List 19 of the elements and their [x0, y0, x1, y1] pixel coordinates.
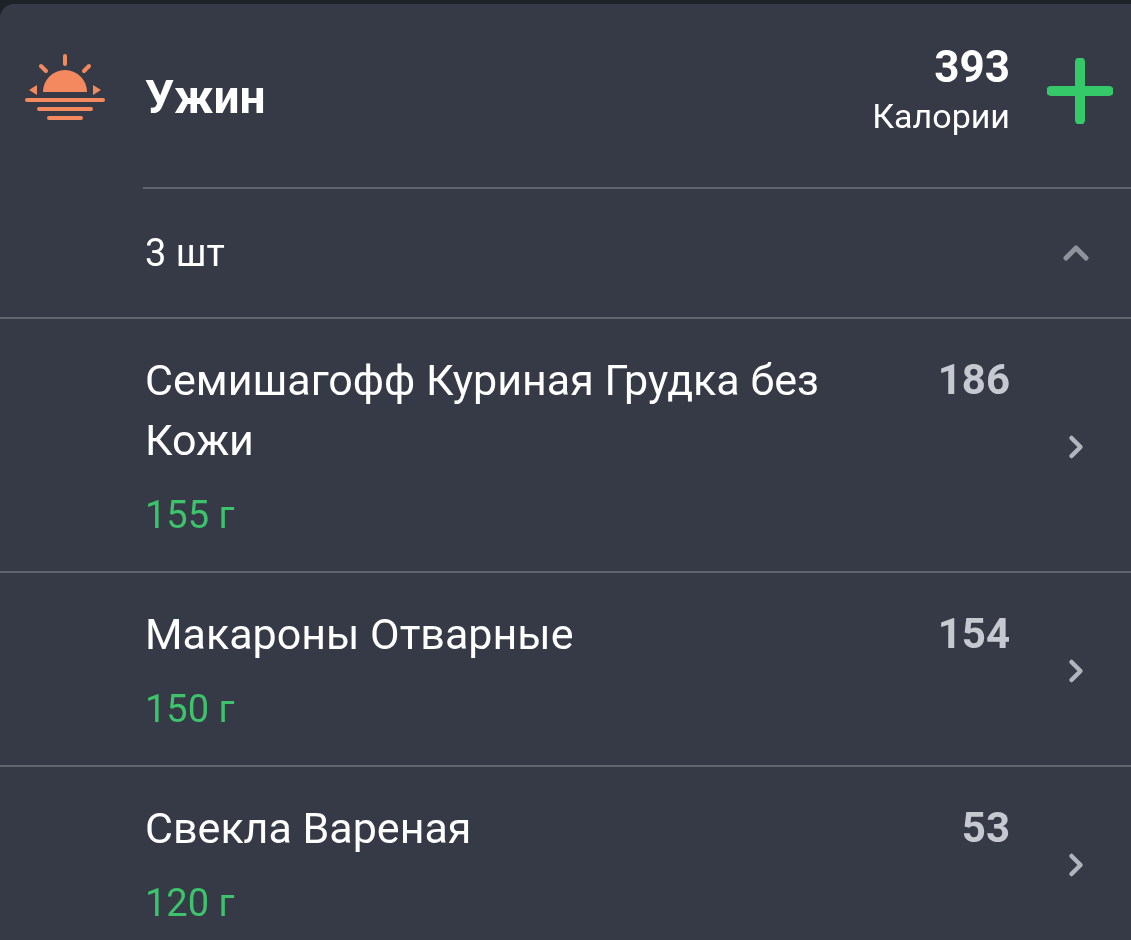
- food-amount: 155 г: [145, 492, 236, 539]
- food-calories: 154: [937, 608, 1010, 660]
- calorie-label: Калории: [872, 96, 1010, 136]
- food-name: Макароны Отварные: [145, 608, 575, 661]
- food-calories: 53: [961, 802, 1010, 854]
- food-item[interactable]: Макароны Отварные 150 г 154: [0, 573, 1131, 765]
- food-amount: 150 г: [145, 686, 236, 733]
- food-amount: 120 г: [145, 880, 236, 927]
- food-item[interactable]: Свекла Вареная 120 г 53: [0, 767, 1131, 940]
- calorie-total: 393: [934, 42, 1010, 92]
- food-name: Свекла Вареная: [145, 802, 473, 855]
- add-button[interactable]: [1046, 58, 1113, 124]
- meal-title: Ужин: [145, 70, 266, 124]
- plus-icon: [1046, 58, 1113, 124]
- food-calories: 186: [937, 354, 1010, 406]
- item-count-row[interactable]: 3 шт: [0, 189, 1131, 317]
- item-count: 3 шт: [144, 229, 226, 277]
- food-item[interactable]: Семишагофф Куриная Грудка без Кожи 155 г 186: [0, 319, 1131, 571]
- food-name: Семишагофф Куриная Грудка без Кожи: [145, 354, 820, 467]
